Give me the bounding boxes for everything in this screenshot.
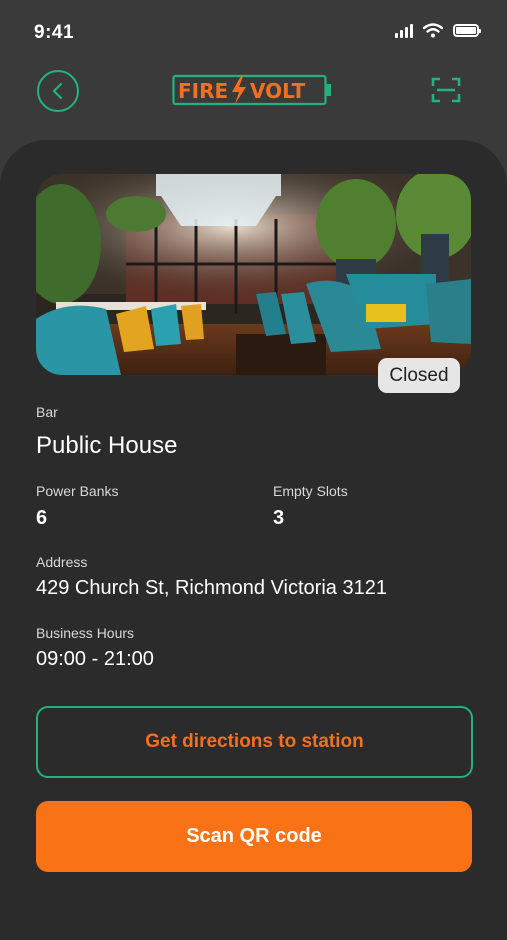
address-value: 429 Church St, Richmond Victoria 3121: [36, 577, 387, 599]
back-button[interactable]: [37, 70, 79, 112]
hours-label: Business Hours: [36, 625, 135, 641]
wifi-icon: [423, 23, 443, 38]
empty-slots-label: Empty Slots: [273, 483, 348, 499]
station-photo: [36, 174, 471, 375]
status-icons: [395, 23, 481, 38]
chevron-left-icon: [52, 82, 63, 100]
battery-icon: [453, 24, 481, 37]
firevolt-logo: FIRE VOLT: [172, 74, 331, 106]
status-time: 9:41: [34, 22, 75, 43]
status-badge: Closed: [378, 358, 460, 393]
empty-slots-value: 3: [273, 507, 285, 529]
power-banks-value: 6: [36, 507, 48, 529]
lightning-bolt-icon: [232, 76, 246, 104]
header: FIRE VOLT: [0, 66, 507, 126]
status-bar: 9:41: [0, 0, 507, 66]
cellular-signal-icon: [395, 23, 413, 38]
station-name: Public House: [36, 432, 178, 459]
get-directions-button[interactable]: Get directions to station: [36, 706, 473, 778]
station-category: Bar: [36, 404, 58, 420]
station-card: Closed Bar Public House Power Banks 6 Em…: [0, 140, 507, 940]
hours-value: 09:00 - 21:00: [36, 648, 154, 670]
address-label: Address: [36, 554, 88, 570]
logo-text-left: FIRE: [178, 79, 228, 103]
scan-qr-button[interactable]: Scan QR code: [36, 801, 472, 872]
qr-scan-icon[interactable]: [431, 77, 461, 103]
logo-text-right: VOLT: [250, 79, 306, 103]
power-banks-label: Power Banks: [36, 483, 119, 499]
